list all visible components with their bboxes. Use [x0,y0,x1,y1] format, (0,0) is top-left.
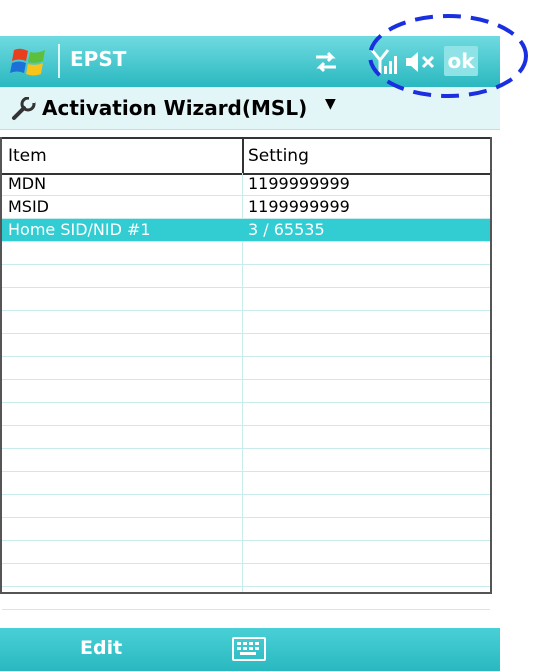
table-body: MDN 1199999999 MSID 1199999999 Home SID/… [2,173,490,610]
cell-item: MSID [8,197,49,216]
wrench-icon [12,97,36,120]
table-row-empty[interactable] [2,587,490,610]
cell-setting: 3 / 65535 [248,220,325,239]
softkey-bar: Edit [0,628,500,671]
cell-item: Home SID/NID #1 [8,220,151,239]
connectivity-icon[interactable] [312,50,340,74]
table-row-empty[interactable] [2,288,490,311]
keyboard-icon[interactable] [232,637,266,661]
title-separator [58,44,60,78]
table-row[interactable]: MSID 1199999999 [2,196,490,219]
edit-softkey[interactable]: Edit [80,637,122,659]
settings-table: Item Setting MDN 1199999999 MSID 1199999… [0,137,492,610]
table-row-empty[interactable] [2,518,490,541]
column-divider[interactable] [242,139,244,173]
cell-setting: 1199999999 [248,174,350,193]
table-row-empty[interactable] [2,334,490,357]
table-row-empty[interactable] [2,426,490,449]
wizard-title: Activation Wizard(MSL) [42,96,308,120]
table-row-empty[interactable] [2,265,490,288]
column-header-item[interactable]: Item [8,139,47,173]
column-header-row: Item Setting [2,137,490,175]
table-row-empty[interactable] [2,564,490,587]
table-row-empty[interactable] [2,357,490,380]
app-title: EPST [70,47,127,71]
table-row-empty[interactable] [2,380,490,403]
cell-setting: 1199999999 [248,197,350,216]
column-header-setting[interactable]: Setting [248,139,309,173]
chevron-down-icon[interactable]: ▼ [325,96,336,112]
table-row-empty[interactable] [2,472,490,495]
table-row-empty[interactable] [2,242,490,265]
table-row-empty[interactable] [2,495,490,518]
table-row-empty[interactable] [2,311,490,334]
table-row-selected[interactable]: Home SID/NID #1 3 / 65535 [2,219,490,242]
windows-start-icon[interactable] [10,42,50,82]
annotation-ellipse [368,14,528,98]
device-screen: EPST ok Activation Wizard(MSL) ▼ Item Se… [0,36,500,671]
table-row-empty[interactable] [2,541,490,564]
table-row[interactable]: MDN 1199999999 [2,173,490,196]
table-row-empty[interactable] [2,403,490,426]
cell-item: MDN [8,174,47,193]
table-row-empty[interactable] [2,449,490,472]
